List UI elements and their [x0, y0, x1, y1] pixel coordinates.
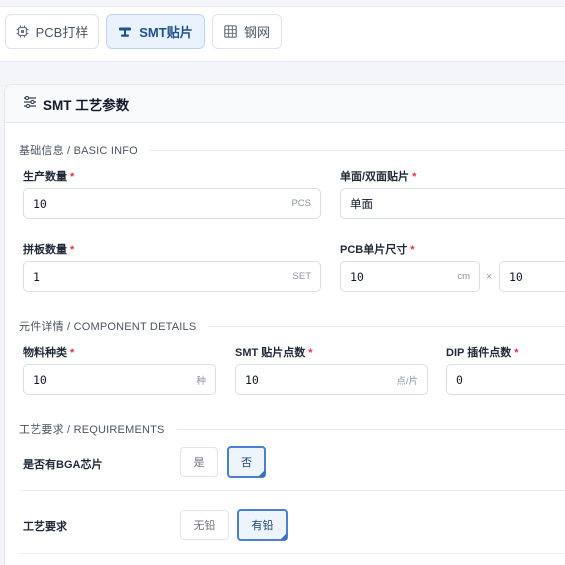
dip-points-value: 0	[456, 372, 463, 387]
types-unit: 种	[196, 375, 206, 387]
size-width-unit: cm	[457, 271, 470, 282]
grid-icon	[224, 25, 237, 38]
card-title: SMT 工艺参数	[43, 97, 130, 113]
size-height-value: 10	[509, 269, 523, 284]
types-label: 物料种类 *	[23, 347, 75, 359]
bottom-divider	[19, 553, 565, 554]
quantity-value: 10	[33, 196, 47, 211]
section-component-details: 元件详情 / COMPONENT DETAILS	[19, 319, 565, 333]
size-height-input[interactable]: 10	[499, 261, 565, 292]
section-requirements-title: 工艺要求 / REQUIREMENTS	[19, 424, 165, 436]
side-select[interactable]: 单面	[340, 188, 565, 219]
quantity-label: 生产数量 *	[23, 171, 75, 183]
section-requirements: 工艺要求 / REQUIREMENTS	[19, 422, 565, 436]
section-basic-title: 基础信息 / BASIC INFO	[19, 145, 138, 157]
panel-label: 拼板数量 *	[23, 244, 75, 256]
dip-points-label: DIP 插件点数 *	[446, 347, 519, 359]
bga-option-no[interactable]: 否	[227, 446, 266, 478]
section-component-title: 元件详情 / COMPONENT DETAILS	[19, 321, 197, 333]
size-separator: ×	[486, 271, 493, 283]
panel-value: 1	[33, 269, 40, 284]
smt-points-value: 10	[245, 372, 259, 387]
process-option-leaded[interactable]: 有铅	[237, 509, 288, 541]
types-value: 10	[33, 372, 47, 387]
smt-points-unit: 点/片	[396, 375, 418, 387]
dip-points-input[interactable]: 0	[446, 364, 565, 395]
smt-icon	[118, 26, 132, 38]
process-option-lead-free[interactable]: 无铅	[180, 510, 229, 540]
size-width-input[interactable]: 10 cm	[340, 261, 480, 292]
smt-points-input[interactable]: 10 点/片	[235, 364, 428, 395]
panel-input[interactable]: 1 SET	[23, 261, 321, 292]
tab-smt[interactable]: SMT贴片	[106, 14, 205, 49]
top-strip	[0, 0, 565, 7]
tab-stencil[interactable]: 钢网	[212, 14, 282, 49]
panel-unit: SET	[292, 271, 311, 282]
requirements-divider	[19, 490, 565, 491]
chip-icon	[16, 25, 29, 38]
bga-option-yes[interactable]: 是	[180, 447, 218, 477]
tab-pcb-label: PCB打样	[35, 25, 89, 40]
process-label: 工艺要求	[23, 521, 67, 533]
top-tab-bar: PCB打样 SMT贴片 钢网	[0, 0, 565, 62]
card-header: SMT 工艺参数	[5, 85, 565, 123]
size-label: PCB单片尺寸 *	[340, 244, 415, 256]
sliders-icon	[23, 95, 37, 113]
types-input[interactable]: 10 种	[23, 364, 216, 395]
size-width-value: 10	[350, 269, 364, 284]
tab-pcb[interactable]: PCB打样	[5, 14, 99, 49]
smt-points-label: SMT 贴片点数 *	[235, 347, 313, 359]
quantity-input[interactable]: 10 PCS	[23, 188, 321, 219]
side-value: 单面	[350, 196, 373, 211]
tab-smt-label: SMT贴片	[139, 25, 193, 40]
tab-stencil-label: 钢网	[243, 25, 270, 40]
bga-label: 是否有BGA芯片	[23, 459, 103, 471]
quantity-unit: PCS	[291, 198, 311, 209]
section-basic-info: 基础信息 / BASIC INFO	[19, 143, 565, 157]
side-label: 单面/双面贴片 *	[340, 171, 417, 183]
